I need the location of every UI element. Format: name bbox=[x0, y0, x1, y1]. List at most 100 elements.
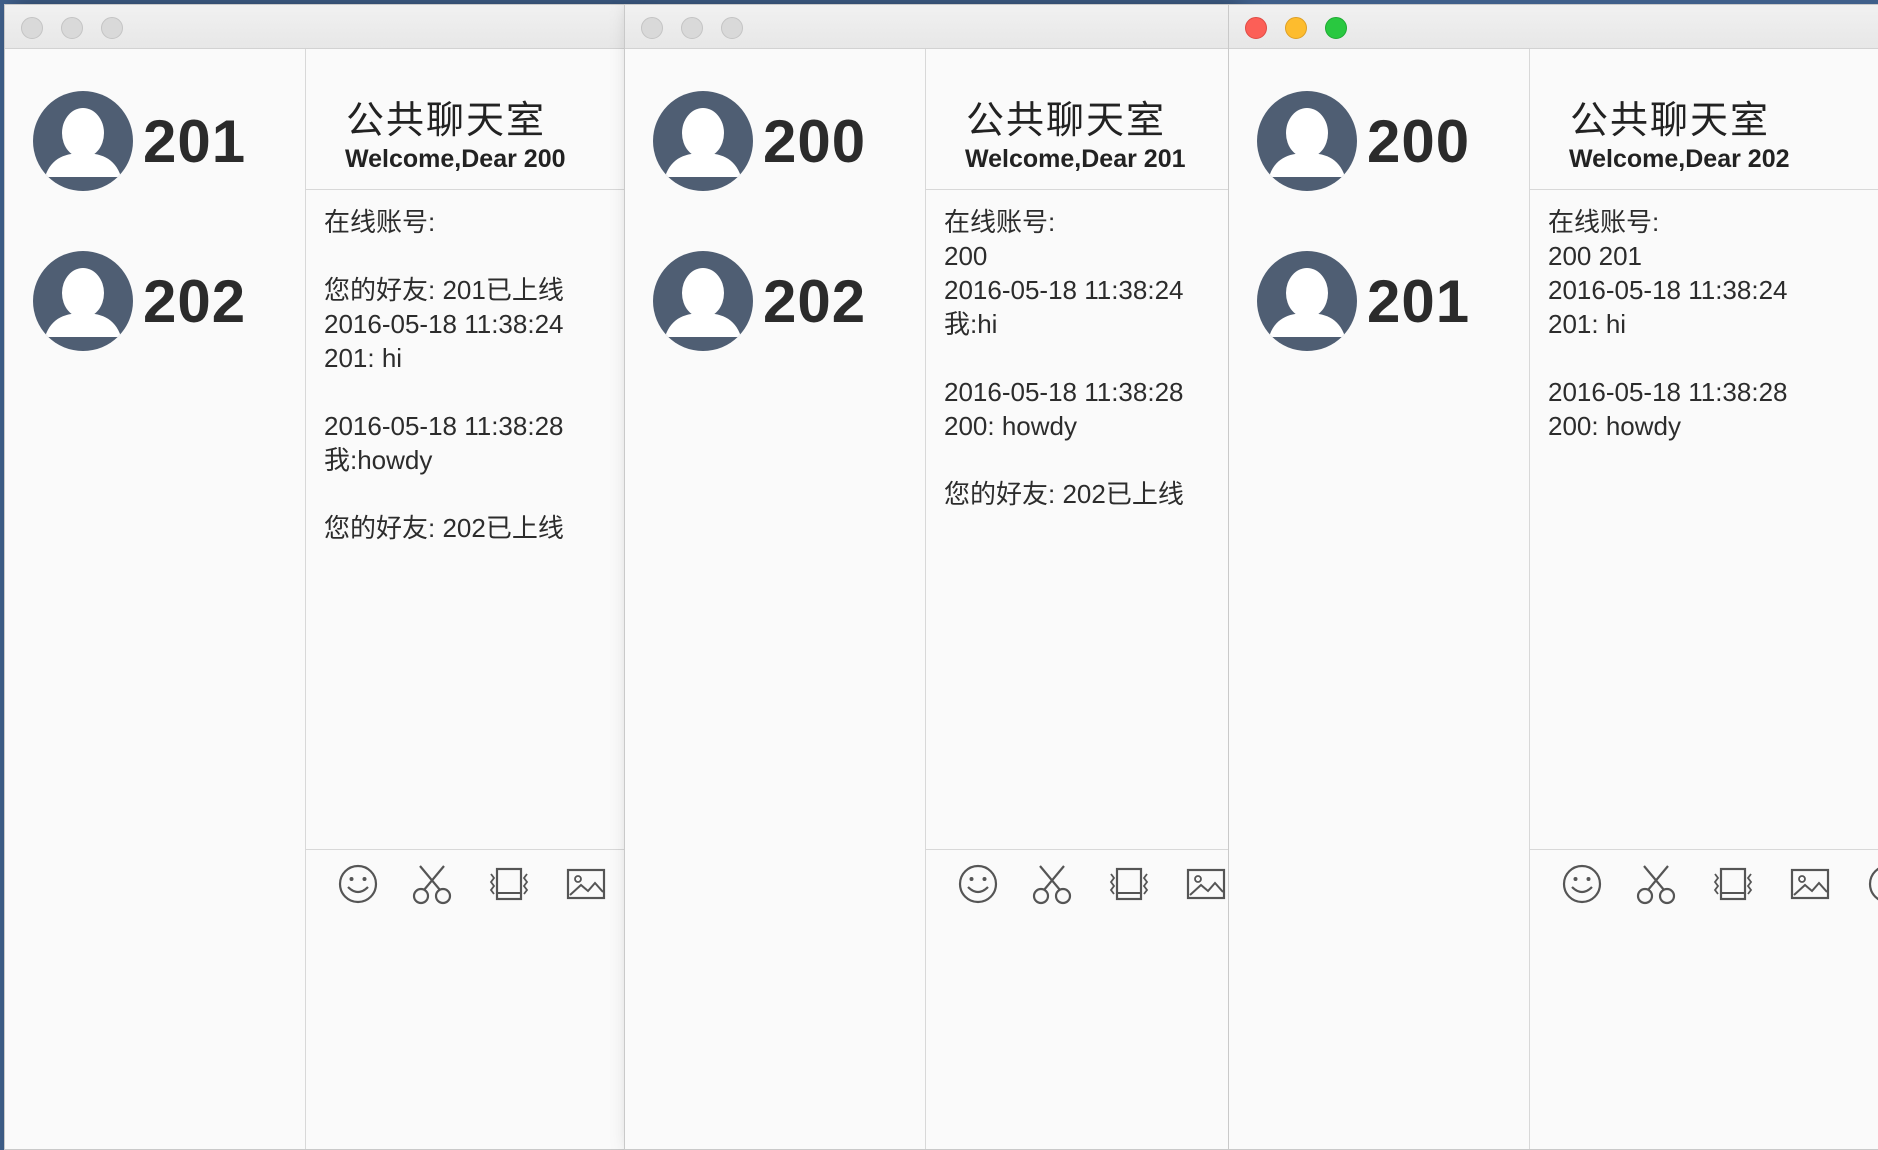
message-line bbox=[324, 239, 625, 273]
chat-panel: 公共聊天室 Welcome,Dear 200 在线账号: 您的好友: 201已上… bbox=[306, 49, 625, 1149]
message-line: 在线账号: bbox=[324, 207, 436, 237]
image-icon[interactable] bbox=[1788, 862, 1832, 906]
friend-name: 202 bbox=[763, 267, 867, 335]
screen-capture-icon[interactable] bbox=[487, 862, 531, 906]
friend-item[interactable]: 202 bbox=[33, 249, 246, 353]
close-button[interactable] bbox=[21, 17, 43, 39]
zoom-button[interactable] bbox=[721, 17, 743, 39]
title-bar[interactable] bbox=[5, 5, 625, 49]
friend-item[interactable]: 202 bbox=[653, 249, 866, 353]
close-button[interactable] bbox=[1245, 17, 1267, 39]
message-log: 在线账号: 您的好友: 201已上线 2016-05-18 11:38:24 2… bbox=[324, 205, 625, 845]
chat-window-3: 200 201 公共聊天室 Welcome,Dear 202 在线账号: 200… bbox=[1228, 4, 1878, 1150]
user-silhouette-icon bbox=[45, 108, 121, 177]
screen-capture-icon[interactable] bbox=[1711, 862, 1755, 906]
title-bar[interactable] bbox=[625, 5, 1229, 49]
friend-item[interactable]: 201 bbox=[1257, 249, 1470, 353]
avatar bbox=[653, 251, 753, 351]
message-log: 在线账号: 200 201 2016-05-18 11:38:24 201: h… bbox=[1548, 205, 1878, 845]
room-title: 公共聊天室 bbox=[346, 98, 547, 142]
message-line: 2016-05-18 11:38:24 bbox=[324, 309, 564, 339]
smiley-icon[interactable] bbox=[1560, 862, 1604, 906]
welcome-text: Welcome,Dear 200 bbox=[345, 145, 566, 173]
friend-item[interactable]: 200 bbox=[653, 89, 866, 193]
message-line: 200 bbox=[944, 241, 988, 271]
user-silhouette-icon bbox=[45, 268, 121, 337]
extra-icon[interactable] bbox=[1866, 862, 1878, 906]
message-line: 200: howdy bbox=[1548, 411, 1681, 441]
minimize-button[interactable] bbox=[61, 17, 83, 39]
friend-name: 200 bbox=[763, 107, 867, 175]
message-line: 2016-05-18 11:38:24 bbox=[1548, 275, 1788, 305]
message-line: 我:howdy bbox=[324, 445, 433, 475]
message-line: 201: hi bbox=[324, 343, 403, 373]
zoom-button[interactable] bbox=[101, 17, 123, 39]
message-line bbox=[1548, 341, 1878, 375]
desktop: 201 202 公共聊天室 Welcome,Dear 200 在线账号: 您的好… bbox=[0, 0, 1878, 1150]
message-line bbox=[324, 477, 625, 511]
room-title: 公共聊天室 bbox=[1570, 98, 1771, 142]
smiley-icon[interactable] bbox=[336, 862, 380, 906]
image-icon[interactable] bbox=[1184, 862, 1228, 906]
user-silhouette-icon bbox=[1269, 108, 1345, 177]
user-silhouette-icon bbox=[665, 108, 741, 177]
title-bar[interactable] bbox=[1229, 5, 1878, 49]
smiley-icon[interactable] bbox=[956, 862, 1000, 906]
message-line: 200: howdy bbox=[944, 411, 1077, 441]
avatar bbox=[33, 251, 133, 351]
welcome-text: Welcome,Dear 202 bbox=[1569, 145, 1790, 173]
chat-header: 公共聊天室 Welcome,Dear 200 bbox=[306, 49, 625, 190]
avatar bbox=[33, 91, 133, 191]
close-button[interactable] bbox=[641, 17, 663, 39]
avatar bbox=[1257, 251, 1357, 351]
user-silhouette-icon bbox=[1269, 268, 1345, 337]
friend-name: 201 bbox=[1367, 267, 1471, 335]
minimize-button[interactable] bbox=[1285, 17, 1307, 39]
friend-name: 202 bbox=[143, 267, 247, 335]
message-line: 2016-05-18 11:38:24 bbox=[944, 275, 1184, 305]
message-line bbox=[944, 443, 1229, 477]
chat-window-1: 201 202 公共聊天室 Welcome,Dear 200 在线账号: 您的好… bbox=[4, 4, 626, 1150]
message-line: 2016-05-18 11:38:28 bbox=[324, 411, 564, 441]
message-line: 您的好友: 202已上线 bbox=[944, 479, 1184, 509]
message-line: 在线账号: bbox=[1548, 207, 1660, 237]
chat-header: 公共聊天室 Welcome,Dear 202 bbox=[1530, 49, 1878, 190]
welcome-text: Welcome,Dear 201 bbox=[965, 145, 1186, 173]
avatar bbox=[1257, 91, 1357, 191]
image-icon[interactable] bbox=[564, 862, 608, 906]
message-line: 201: hi bbox=[1548, 309, 1627, 339]
message-line: 2016-05-18 11:38:28 bbox=[1548, 377, 1788, 407]
friend-item[interactable]: 200 bbox=[1257, 89, 1470, 193]
scissors-icon[interactable] bbox=[1634, 862, 1678, 906]
scissors-icon[interactable] bbox=[410, 862, 454, 906]
user-silhouette-icon bbox=[665, 268, 741, 337]
friend-list: 201 202 bbox=[5, 49, 306, 1149]
friend-name: 200 bbox=[1367, 107, 1471, 175]
message-input[interactable] bbox=[926, 911, 1229, 1149]
zoom-button[interactable] bbox=[1325, 17, 1347, 39]
message-line bbox=[944, 341, 1229, 375]
chat-panel: 公共聊天室 Welcome,Dear 201 在线账号: 200 2016-05… bbox=[926, 49, 1229, 1149]
chat-header: 公共聊天室 Welcome,Dear 201 bbox=[926, 49, 1229, 190]
minimize-button[interactable] bbox=[681, 17, 703, 39]
message-line: 您的好友: 202已上线 bbox=[324, 513, 564, 543]
chat-window-2: 200 202 公共聊天室 Welcome,Dear 201 在线账号: 200 bbox=[624, 4, 1230, 1150]
friend-list: 200 201 bbox=[1229, 49, 1530, 1149]
message-log: 在线账号: 200 2016-05-18 11:38:24 我:hi 2016-… bbox=[944, 205, 1229, 845]
message-line: 我:hi bbox=[944, 309, 998, 339]
message-line bbox=[324, 375, 625, 409]
scissors-icon[interactable] bbox=[1030, 862, 1074, 906]
avatar bbox=[653, 91, 753, 191]
screen-capture-icon[interactable] bbox=[1107, 862, 1151, 906]
message-line: 2016-05-18 11:38:28 bbox=[944, 377, 1184, 407]
input-toolbar bbox=[306, 849, 625, 910]
chat-panel: 公共聊天室 Welcome,Dear 202 在线账号: 200 201 201… bbox=[1530, 49, 1878, 1149]
input-toolbar bbox=[926, 849, 1229, 910]
friend-item[interactable]: 201 bbox=[33, 89, 246, 193]
message-line: 您的好友: 201已上线 bbox=[324, 275, 564, 305]
friend-name: 201 bbox=[143, 107, 247, 175]
message-input[interactable] bbox=[306, 911, 625, 1149]
room-title: 公共聊天室 bbox=[966, 98, 1167, 142]
friend-list: 200 202 bbox=[625, 49, 926, 1149]
message-input[interactable] bbox=[1530, 911, 1878, 1149]
